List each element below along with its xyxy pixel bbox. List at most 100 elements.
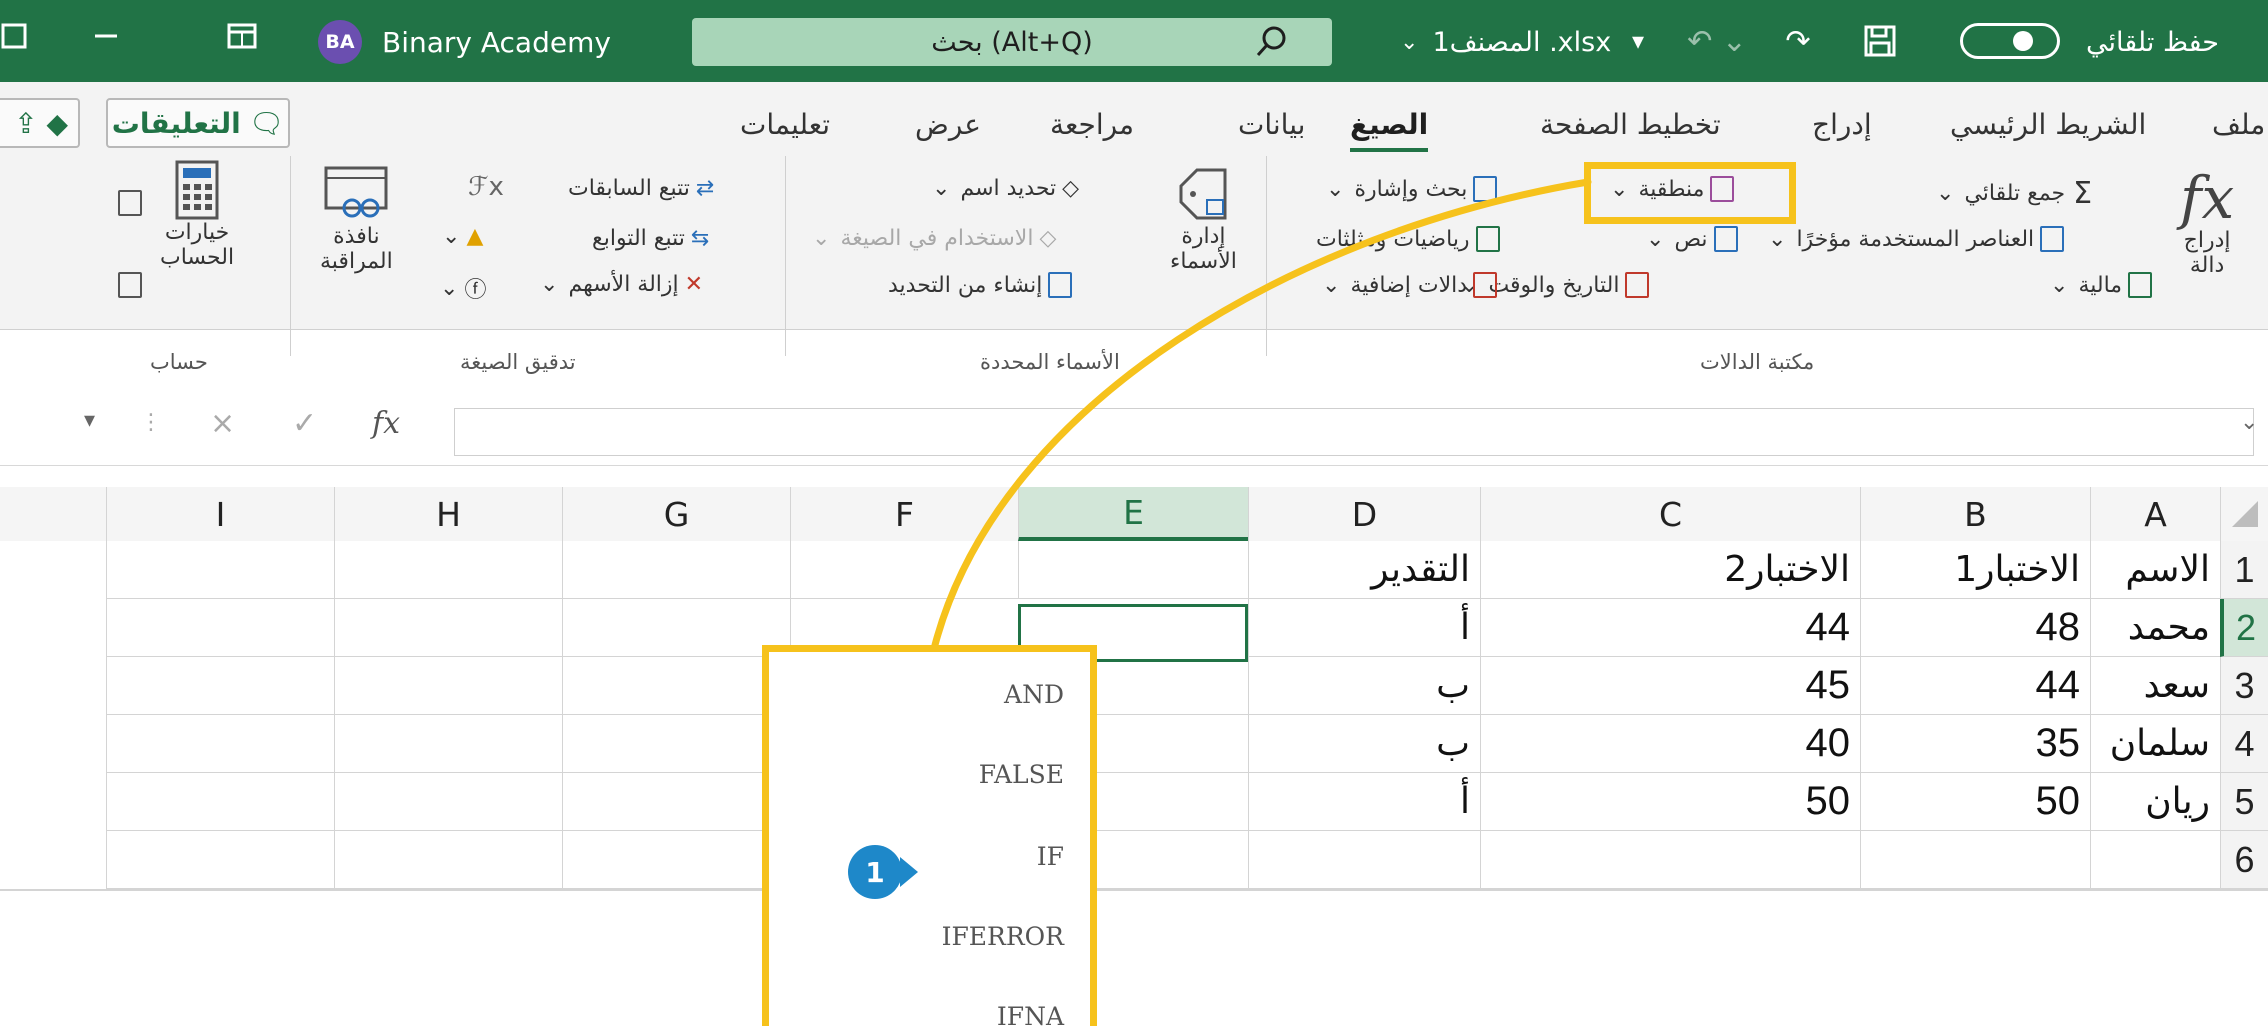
filename-dropdown[interactable]: ⌄ المصنف1 .xlsx [1400, 22, 1611, 62]
watch-window-button[interactable]: نافذة المراقبة [320, 164, 393, 274]
financial-button[interactable]: ⌄ مالية [2050, 272, 2153, 298]
cell-d3[interactable]: ب [1248, 657, 1480, 715]
tab-file[interactable]: ملف [2212, 104, 2265, 144]
tab-page-layout[interactable]: تخطيط الصفحة [1540, 104, 1721, 144]
dropdown-item-if[interactable]: IF [1037, 842, 1064, 871]
use-in-formula-button[interactable]: ⌄ الاستخدام في الصيغة ◇ [812, 226, 1056, 251]
cell-b4[interactable]: 35 [1860, 715, 2090, 773]
undo-icon[interactable]: ↶ ⌄ [1672, 18, 1762, 64]
cell-h5[interactable] [334, 773, 562, 831]
ribbon-display-icon[interactable] [222, 16, 262, 56]
cell-g1[interactable] [562, 541, 790, 599]
define-name-button[interactable]: ⌄ تحديد اسم ◇ [932, 176, 1079, 201]
cell-g4[interactable] [562, 715, 790, 773]
dropdown-item-and[interactable]: AND [1004, 680, 1064, 709]
cell-h3[interactable] [334, 657, 562, 715]
cell-i5[interactable] [106, 773, 334, 831]
cell-a3[interactable]: سعد [2090, 657, 2220, 715]
insert-function-button[interactable]: fx إدراج دالة [2180, 168, 2234, 278]
tab-review[interactable]: مراجعة [1050, 104, 1134, 144]
row-header-6[interactable]: 6 [2220, 831, 2268, 889]
dropdown-item-false[interactable]: FALSE [979, 760, 1064, 789]
cell-c3[interactable]: 45 [1480, 657, 1860, 715]
name-box-dropdown-icon[interactable]: ▾ [84, 408, 95, 433]
enter-icon[interactable]: ✓ [292, 406, 317, 441]
calculate-sheet-icon[interactable] [112, 272, 142, 298]
calculate-now-icon[interactable] [112, 190, 142, 216]
column-header-j[interactable] [0, 487, 106, 541]
column-header-h[interactable]: H [334, 487, 562, 541]
column-header-i[interactable]: I [106, 487, 334, 541]
show-formulas-icon[interactable]: ℱx [468, 172, 504, 202]
trace-precedents-button[interactable]: تتبع السابقات ⇄ [568, 176, 714, 201]
tab-insert[interactable]: إدراج [1812, 104, 1872, 144]
row-header-4[interactable]: 4 [2220, 715, 2268, 773]
cell-d4[interactable]: ب [1248, 715, 1480, 773]
autosum-button[interactable]: ⌄ جمع تلقائي Σ [1936, 176, 2092, 211]
column-header-c[interactable]: C [1480, 487, 1860, 541]
cell-d5[interactable]: أ [1248, 773, 1480, 831]
cell-c1[interactable]: الاختبار2 [1480, 541, 1860, 599]
cell-b3[interactable]: 44 [1860, 657, 2090, 715]
cell-c5[interactable]: 50 [1480, 773, 1860, 831]
save-icon[interactable] [1850, 18, 1910, 64]
cell-b5[interactable]: 50 [1860, 773, 2090, 831]
cell-d1[interactable]: التقدير [1248, 541, 1480, 599]
row-header-1[interactable]: 1 [2220, 541, 2268, 599]
formula-input[interactable] [454, 408, 2254, 456]
cell-g3[interactable] [562, 657, 790, 715]
cell-c4[interactable]: 40 [1480, 715, 1860, 773]
name-manager-button[interactable]: إدارة الأسماء [1170, 164, 1237, 274]
dropdown-item-ifna[interactable]: IFNA [997, 1002, 1064, 1026]
cell-h1[interactable] [334, 541, 562, 599]
expand-formula-bar-icon[interactable]: ⌄ [2240, 410, 2258, 435]
dropdown-item-iferror[interactable]: IFERROR [942, 922, 1064, 951]
cancel-icon[interactable]: × [210, 406, 235, 441]
calculation-options-button[interactable]: خيارات الحساب [160, 160, 234, 270]
restore-window-icon[interactable] [0, 16, 34, 56]
cell-b1[interactable]: الاختبار1 [1860, 541, 2090, 599]
share-button[interactable]: ⇪ ◆ [0, 98, 80, 148]
column-header-f[interactable]: F [790, 487, 1018, 541]
more-functions-button[interactable]: ⌄ دالات إضافية [1322, 272, 1498, 298]
row-header-5[interactable]: 5 [2220, 773, 2268, 831]
tab-home[interactable]: الشريط الرئيسي [1950, 104, 2146, 144]
create-from-selection-button[interactable]: إنشاء من التحديد [888, 272, 1073, 298]
cell-a1[interactable]: الاسم [2090, 541, 2220, 599]
cell-h6[interactable] [334, 831, 562, 889]
cell-c6[interactable] [1480, 831, 1860, 889]
lookup-reference-button[interactable]: ⌄ بحث وإشارة [1326, 176, 1498, 202]
cell-a5[interactable]: ريان [2090, 773, 2220, 831]
tab-formulas[interactable]: الصيغ [1350, 104, 1429, 152]
column-header-a[interactable]: A [2090, 487, 2220, 541]
cell-i3[interactable] [106, 657, 334, 715]
remove-arrows-button[interactable]: ⌄ إزالة الأسهم ✕ [540, 272, 703, 297]
column-header-b[interactable]: B [1860, 487, 2090, 541]
cell-g6[interactable] [562, 831, 790, 889]
cell-g5[interactable] [562, 773, 790, 831]
autosave-toggle[interactable] [1960, 23, 2060, 59]
cell-i1[interactable] [106, 541, 334, 599]
tab-view[interactable]: عرض [915, 104, 981, 144]
math-trig-button[interactable]: رياضيات ومثلثات [1316, 226, 1500, 252]
column-header-d[interactable]: D [1248, 487, 1480, 541]
tab-data[interactable]: بيانات [1238, 104, 1305, 144]
cell-f1[interactable] [790, 541, 1018, 599]
cell-h2[interactable] [334, 599, 562, 657]
select-all-corner[interactable] [2220, 487, 2268, 541]
tab-help[interactable]: تعليمات [740, 104, 830, 144]
row-header-3[interactable]: 3 [2220, 657, 2268, 715]
cell-a6[interactable] [2090, 831, 2220, 889]
cell-i2[interactable] [106, 599, 334, 657]
cell-h4[interactable] [334, 715, 562, 773]
cell-c2[interactable]: 44 [1480, 599, 1860, 657]
error-checking-button[interactable]: ⌄ ▲ [442, 224, 483, 249]
cell-e1[interactable] [1018, 541, 1248, 599]
recently-used-button[interactable]: ⌄ العناصر المستخدمة مؤخرًا [1768, 226, 2065, 252]
row-header-2[interactable]: 2 [2220, 599, 2268, 657]
cell-a4[interactable]: سلمان [2090, 715, 2220, 773]
search-box[interactable]: بحث (Alt+Q) [692, 18, 1332, 66]
cell-d2[interactable]: أ [1248, 599, 1480, 657]
customize-qat-icon[interactable]: ▾ [1620, 18, 1656, 64]
column-header-e[interactable]: E [1018, 487, 1248, 541]
